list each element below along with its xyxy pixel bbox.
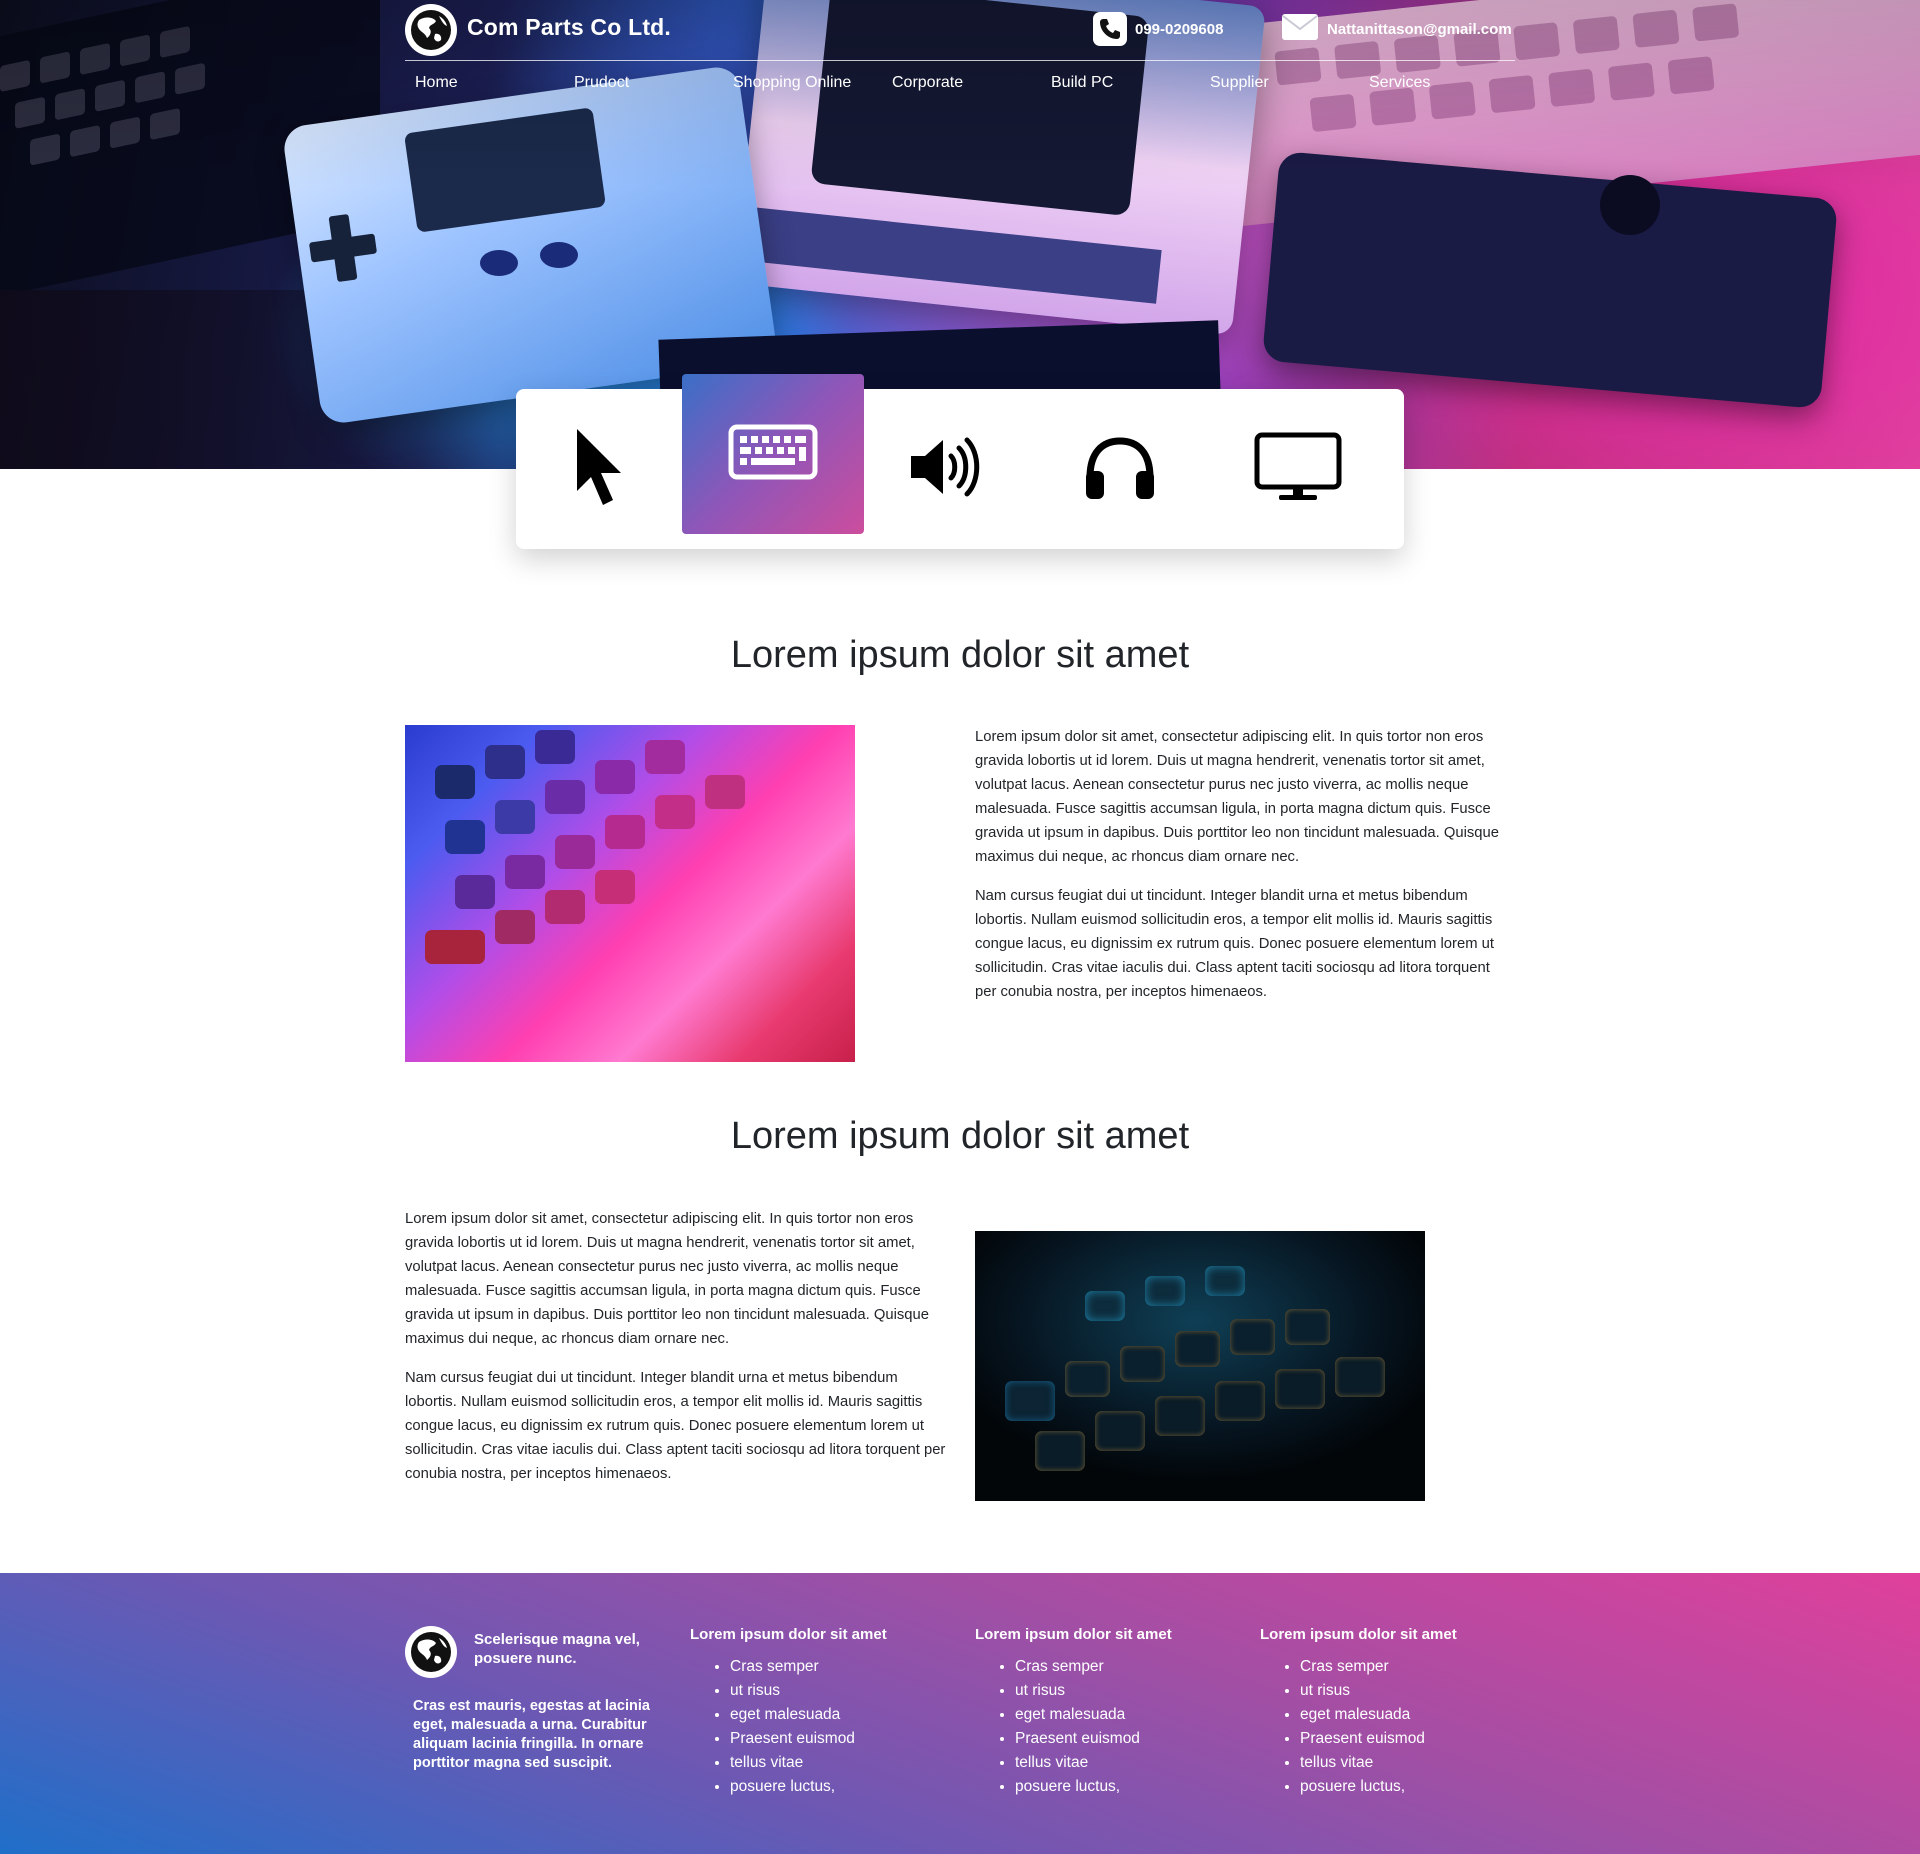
site-header: Com Parts Co Ltd. 099-0209608 Nattanitta… (405, 0, 1515, 110)
category-icon-strip (516, 374, 1404, 549)
section-title: Lorem ipsum dolor sit amet (730, 1115, 1190, 1157)
footer-link[interactable]: ut risus (730, 1679, 930, 1703)
footer-link[interactable]: tellus vitae (1015, 1751, 1215, 1775)
footer-link[interactable]: posuere luctus, (1015, 1775, 1215, 1799)
footer-column: Lorem ipsum dolor sit amet Cras semper u… (1260, 1626, 1500, 1799)
category-mouse[interactable] (516, 389, 682, 549)
brand-name[interactable]: Com Parts Co Ltd. (467, 14, 671, 41)
footer-link[interactable]: ut risus (1015, 1679, 1215, 1703)
nav-item-supplier[interactable]: Supplier (1210, 74, 1369, 92)
footer-link[interactable]: tellus vitae (1300, 1751, 1500, 1775)
section-1-text: Lorem ipsum dolor sit amet, consectetur … (975, 725, 1515, 1019)
category-speaker[interactable] (864, 389, 1030, 549)
email-address: Nattanittason@gmail.com (1327, 20, 1512, 38)
paragraph: Nam cursus feugiat dui ut tincidunt. Int… (975, 888, 1494, 1000)
paragraph: Nam cursus feugiat dui ut tincidunt. Int… (405, 1370, 946, 1482)
footer-link[interactable]: Praesent euismod (1015, 1727, 1215, 1751)
nav-item-shopping-online[interactable]: Shopping Online (733, 74, 892, 92)
footer-link[interactable]: posuere luctus, (1300, 1775, 1500, 1799)
footer-column: Lorem ipsum dolor sit amet Cras semper u… (690, 1626, 930, 1799)
category-keyboard[interactable] (682, 374, 864, 534)
footer-link[interactable]: eget malesuada (1015, 1703, 1215, 1727)
globe-logo-icon[interactable] (405, 1626, 457, 1678)
footer-column: Lorem ipsum dolor sit amet Cras semper u… (975, 1626, 1215, 1799)
phone-contact[interactable]: 099-0209608 (1093, 12, 1223, 46)
footer-link[interactable]: Praesent euismod (730, 1727, 930, 1751)
paragraph: Lorem ipsum dolor sit amet, consectetur … (975, 729, 1499, 865)
globe-logo-icon[interactable] (405, 4, 457, 56)
footer-link[interactable]: posuere luctus, (730, 1775, 930, 1799)
envelope-icon (1281, 12, 1319, 46)
footer-link[interactable]: eget malesuada (730, 1703, 930, 1727)
paragraph: Lorem ipsum dolor sit amet, consectetur … (405, 1211, 929, 1347)
category-headphones[interactable] (1030, 389, 1210, 549)
footer-link[interactable]: eget malesuada (1300, 1703, 1500, 1727)
section-2-text: Lorem ipsum dolor sit amet, consectetur … (405, 1207, 947, 1501)
main-nav: Home Prudoct Shopping Online Corporate B… (415, 74, 1528, 92)
footer-description: Cras est mauris, egestas at lacinia eget… (413, 1698, 650, 1771)
footer-link[interactable]: ut risus (1300, 1679, 1500, 1703)
footer-link[interactable]: Cras semper (730, 1655, 930, 1679)
footer-column-title: Lorem ipsum dolor sit amet (975, 1626, 1172, 1643)
header-divider (405, 60, 1515, 61)
nav-item-corporate[interactable]: Corporate (892, 74, 1051, 92)
nav-item-product[interactable]: Prudoct (574, 74, 733, 92)
category-monitor[interactable] (1210, 389, 1386, 549)
footer-link[interactable]: Cras semper (1015, 1655, 1215, 1679)
nav-item-home[interactable]: Home (415, 74, 574, 92)
keyboard-photo-dark (975, 1231, 1425, 1501)
keyboard-photo-pink (405, 725, 855, 1062)
footer-tagline: Scelerisque magna vel, posuere nunc. (474, 1631, 640, 1667)
phone-icon (1093, 12, 1127, 46)
footer-column-title: Lorem ipsum dolor sit amet (690, 1626, 887, 1643)
monitor-icon (1253, 431, 1343, 508)
footer-column-title: Lorem ipsum dolor sit amet (1260, 1626, 1457, 1643)
nav-item-build-pc[interactable]: Build PC (1051, 74, 1210, 92)
mouse-pointer-icon (569, 425, 629, 514)
site-footer: Scelerisque magna vel, posuere nunc. Cra… (0, 1573, 1920, 1854)
email-contact[interactable]: Nattanittason@gmail.com (1281, 12, 1512, 46)
nav-item-services[interactable]: Services (1369, 74, 1528, 92)
footer-link[interactable]: tellus vitae (730, 1751, 930, 1775)
footer-link[interactable]: Cras semper (1300, 1655, 1500, 1679)
section-title: Lorem ipsum dolor sit amet (730, 634, 1190, 676)
speaker-icon (907, 432, 987, 507)
footer-link[interactable]: Praesent euismod (1300, 1727, 1500, 1751)
phone-number: 099-0209608 (1135, 20, 1224, 38)
keyboard-icon (728, 424, 818, 485)
headphones-icon (1082, 433, 1158, 506)
